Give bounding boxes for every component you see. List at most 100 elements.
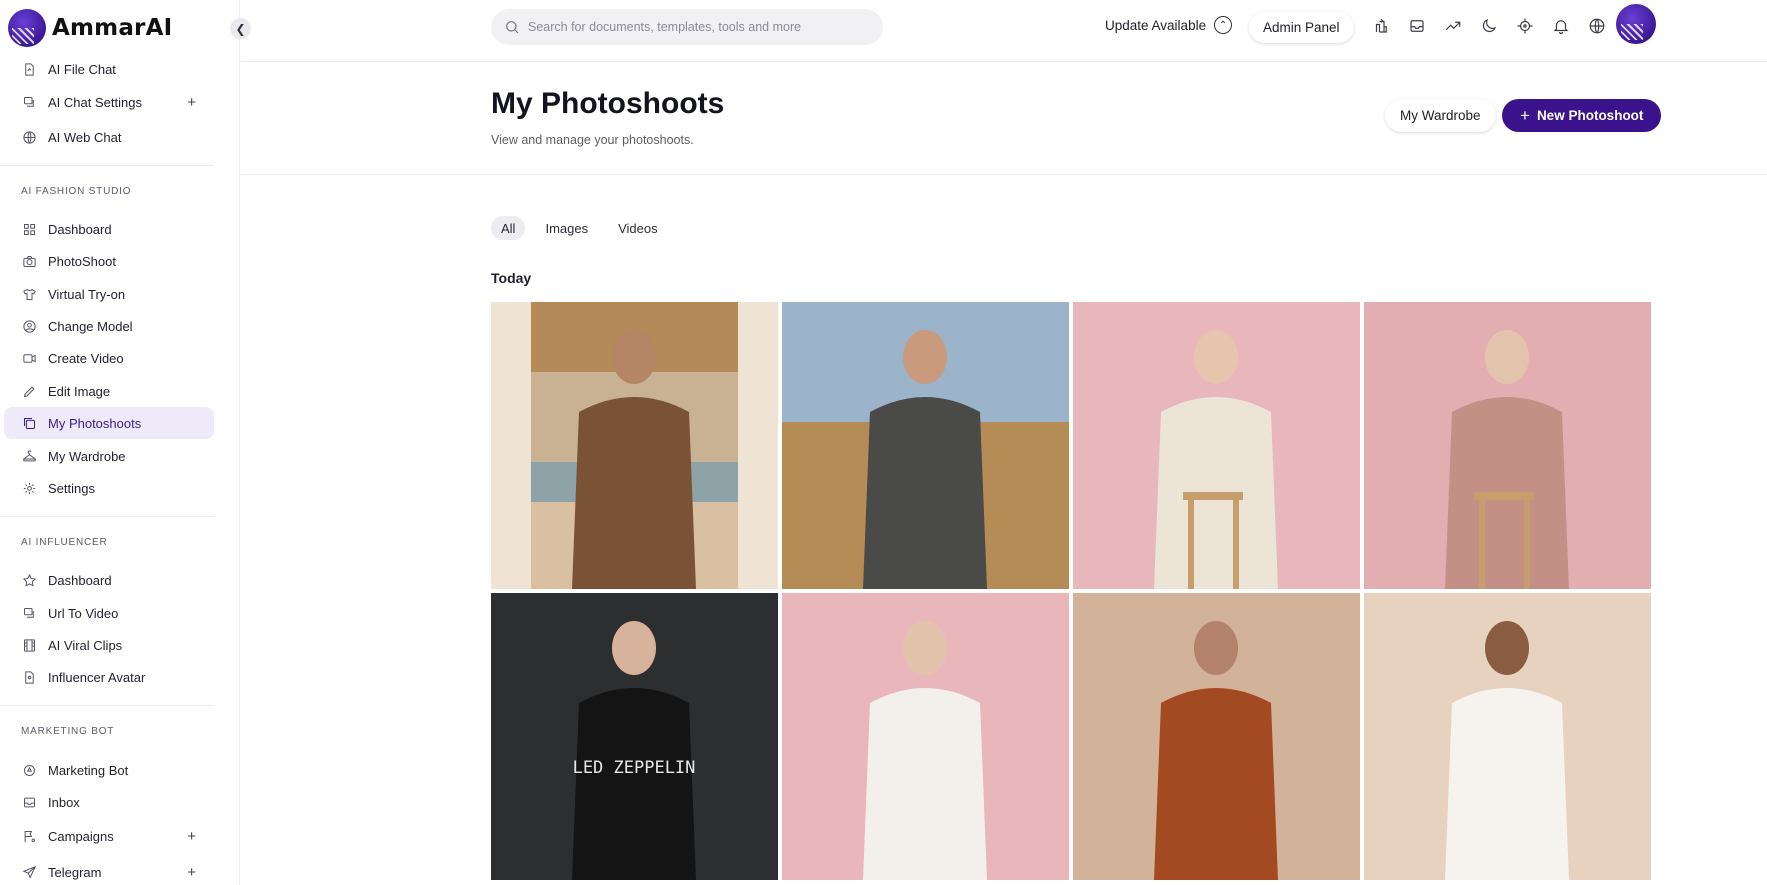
my-wardrobe-button[interactable]: My Wardrobe [1385,99,1496,132]
update-available-button[interactable]: Update Available ⌃ [1105,16,1233,34]
photoshoot-thumbnail[interactable] [1073,593,1360,880]
sidebar-item-marketing-bot-marketing-bot[interactable]: Marketing Bot [4,754,214,786]
photo-illustration: LED ZEPPELIN [491,593,778,880]
photo-illustration [863,621,987,880]
moon-icon[interactable] [1479,16,1499,36]
sidebar-item-marketing-bot-campaigns[interactable]: Campaigns + [4,820,214,852]
photoshoot-thumbnail[interactable] [1364,302,1651,589]
photo-illustration [1445,621,1569,880]
sidebar-item-ai-influencer-influencer-avatar[interactable]: Influencer Avatar [4,661,214,693]
avatar-file-icon [22,670,37,685]
sidebar-item-label: PhotoShoot [48,253,116,269]
photo-illustration [1154,621,1278,880]
user-circle-icon [22,319,37,334]
star-icon [22,573,37,588]
sidebar-section-label: MARKETING BOT [21,726,115,737]
collapse-sidebar-chevron-icon[interactable]: ❮ [230,18,251,39]
sidebar-item-ai-fashion-studio-my-photoshoots[interactable]: My Photoshoots [4,407,214,439]
sidebar-item-ai-web-chat[interactable]: AI Web Chat [4,121,214,153]
tshirt-print-text: LED ZEPPELIN [573,758,696,778]
sidebar-divider [0,705,214,706]
sidebar-item-ai-influencer-dashboard[interactable]: Dashboard [4,564,214,596]
sidebar-item-label: My Photoshoots [48,415,142,431]
photoshoot-thumbnail[interactable] [1364,593,1651,880]
sidebar-item-marketing-bot-inbox[interactable]: Inbox [4,786,214,818]
topbar: Update Available ⌃ Admin Panel [241,0,1767,62]
arrow-up-circle-icon: ⌃ [1214,16,1233,34]
camera-icon [22,254,37,269]
file-chat-icon [22,62,37,77]
photoshoot-thumbnail[interactable]: LED ZEPPELIN [491,593,778,880]
tab-images[interactable]: Images [535,216,598,240]
photoshoot-thumbnail[interactable] [1073,302,1360,589]
hanger-icon [22,449,37,464]
photoshoot-thumbnail[interactable] [491,302,778,589]
sidebar-section-label: AI INFLUENCER [21,537,108,548]
link-video-icon [22,606,37,621]
sidebar-divider [0,165,214,166]
bell-icon[interactable] [1551,16,1571,36]
sidebar-item-marketing-bot-telegram[interactable]: Telegram + [4,856,214,885]
sidebar-item-label: Inbox [48,794,80,810]
search-input[interactable] [528,20,858,34]
sidebar-section-label: AI FASHION STUDIO [21,186,132,197]
video-icon [22,351,37,366]
sidebar-item-ai-file-chat[interactable]: AI File Chat [4,53,214,85]
photoshoot-thumbnail[interactable] [782,302,1069,589]
dashboard-grid-icon [22,222,37,237]
expand-plus-icon[interactable]: + [187,828,196,845]
affiliate-icon[interactable] [1371,16,1391,36]
search-icon [506,21,519,34]
mail-icon[interactable] [1407,16,1427,36]
sidebar-item-label: Edit Image [48,383,111,399]
tab-all[interactable]: All [491,216,526,240]
sidebar-item-ai-influencer-url-to-video[interactable]: Url To Video [4,597,214,629]
gear-icon [22,481,37,496]
app-name: AmmarAI [52,14,173,41]
film-icon [22,638,37,653]
photo-illustration [1445,330,1569,589]
sidebar-item-label: Url To Video [48,605,119,621]
sidebar-item-ai-fashion-studio-edit-image[interactable]: Edit Image [4,375,214,407]
sidebar-item-label: AI Web Chat [48,129,122,145]
search-bar[interactable] [491,9,883,45]
sidebar-item-ai-fashion-studio-my-wardrobe[interactable]: My Wardrobe [4,440,214,472]
sidebar-item-label: Dashboard [48,221,112,237]
app-logo[interactable]: AmmarAI [8,5,172,50]
sidebar-item-ai-fashion-studio-settings[interactable]: Settings [4,472,214,504]
sidebar-item-label: My Wardrobe [48,448,126,464]
bot-icon [22,763,37,778]
sidebar-item-ai-fashion-studio-change-model[interactable]: Change Model [4,310,214,342]
globe-web-icon [22,130,37,145]
sidebar-item-ai-fashion-studio-photoshoot[interactable]: PhotoShoot [4,245,214,277]
sidebar-item-label: Virtual Try-on [48,286,126,302]
crosshair-icon[interactable] [1515,16,1535,36]
photo-grid: LED ZEPPELIN [491,302,1651,880]
sidebar-item-ai-influencer-ai-viral-clips[interactable]: AI Viral Clips [4,629,214,661]
photoshoot-thumbnail[interactable] [782,593,1069,880]
media-filter-tabs: All Images Videos [491,216,668,240]
photo-illustration [491,302,778,589]
sidebar-item-ai-fashion-studio-dashboard[interactable]: Dashboard [4,213,214,245]
sidebar-item-ai-chat-settings[interactable]: AI Chat Settings + [4,86,214,118]
sidebar-item-ai-fashion-studio-virtual-try-on[interactable]: Virtual Try-on [4,278,214,310]
sidebar-item-label: AI File Chat [48,61,116,77]
expand-plus-icon[interactable]: + [187,94,196,111]
new-photoshoot-button[interactable]: + New Photoshoot [1502,99,1662,132]
globe-icon[interactable] [1587,16,1607,36]
sidebar-item-label: Influencer Avatar [48,669,146,685]
user-avatar[interactable] [1616,4,1656,44]
plus-icon: + [1520,105,1530,125]
sidebar-item-label: AI Chat Settings [48,94,142,110]
tab-videos[interactable]: Videos [608,216,668,240]
page-header: My Photoshoots View and manage your phot… [241,62,1767,175]
page-subtitle: View and manage your photoshoots. [491,133,694,147]
sidebar-item-label: Dashboard [48,572,112,588]
photo-illustration [782,302,1069,589]
shirt-icon [22,287,37,302]
expand-plus-icon[interactable]: + [187,864,196,881]
update-label: Update Available [1105,17,1207,33]
admin-panel-button[interactable]: Admin Panel [1249,12,1354,43]
sidebar-item-ai-fashion-studio-create-video[interactable]: Create Video [4,342,214,374]
trending-icon[interactable] [1443,16,1463,36]
